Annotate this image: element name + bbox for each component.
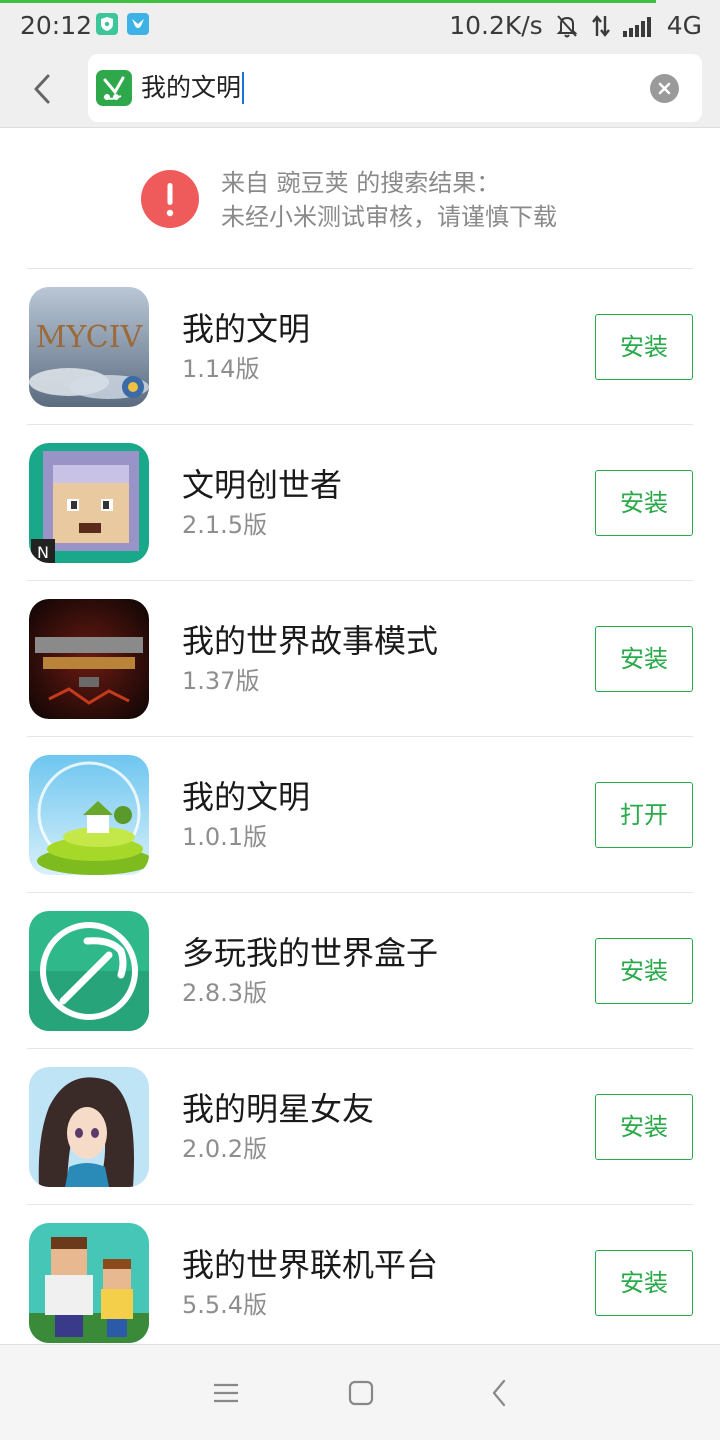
search-query[interactable]: 我的文明 — [141, 72, 245, 104]
home-icon[interactable] — [346, 1378, 376, 1408]
list-item[interactable]: N 文明创世者 2.1.5版 安装 — [0, 425, 720, 581]
status-right: 10.2K/s 4G — [449, 11, 702, 40]
page-load-progress — [0, 0, 656, 3]
blocky-characters-app-icon[interactable] — [29, 1223, 149, 1343]
shield-app-icon — [96, 13, 118, 35]
app-version: 2.1.5版 — [182, 511, 268, 539]
back-button[interactable] — [28, 70, 58, 108]
bell-muted-icon — [555, 13, 579, 39]
install-button[interactable]: 安装 — [595, 626, 693, 692]
source-notice: 来自 豌豆荚 的搜索结果： 未经小米测试审核，请谨慎下载 — [0, 128, 720, 269]
notice-line-warning: 未经小米测试审核，请谨慎下载 — [221, 203, 557, 231]
install-button[interactable]: 安装 — [595, 314, 693, 380]
install-button[interactable]: 安装 — [595, 1250, 693, 1316]
search-results-list: MYCIV 我的文明 1.14版 安装 N 文明创世者 2.1.5版 安装 我的… — [0, 269, 720, 1361]
svg-text:N: N — [37, 543, 49, 562]
svg-text:MYCIV: MYCIV — [36, 320, 144, 355]
mycivilization-app-icon[interactable]: MYCIV — [29, 287, 149, 407]
app-name[interactable]: 我的明星女友 — [182, 1089, 374, 1129]
signal-icon — [622, 15, 655, 37]
search-input[interactable]: 我的文明 — [88, 54, 702, 122]
warning-icon — [141, 170, 199, 228]
chevron-left-icon — [34, 74, 50, 104]
app-version: 5.5.4版 — [182, 1291, 268, 1319]
list-item[interactable]: 我的明星女友 2.0.2版 安装 — [0, 1049, 720, 1205]
list-item[interactable]: 我的世界联机平台 5.5.4版 安装 — [0, 1205, 720, 1361]
island-house-app-icon[interactable] — [29, 755, 149, 875]
list-item[interactable]: 我的世界故事模式 1.37版 安装 — [0, 581, 720, 737]
app-name[interactable]: 我的世界联机平台 — [182, 1245, 438, 1285]
list-item[interactable]: MYCIV 我的文明 1.14版 安装 — [0, 269, 720, 425]
system-nav-bar — [0, 1344, 720, 1440]
search-header: 我的文明 — [0, 50, 720, 128]
status-time: 20:12 — [20, 11, 93, 40]
close-icon — [658, 82, 671, 95]
app-name[interactable]: 我的文明 — [182, 777, 310, 817]
app-name[interactable]: 多玩我的世界盒子 — [182, 933, 438, 973]
app-name[interactable]: 我的世界故事模式 — [182, 621, 438, 661]
open-button[interactable]: 打开 — [595, 782, 693, 848]
bird-app-icon — [127, 13, 149, 35]
clear-search-button[interactable] — [650, 74, 679, 103]
menu-icon[interactable] — [211, 1378, 241, 1408]
search-query-text: 我的文明 — [141, 73, 242, 102]
app-name[interactable]: 我的文明 — [182, 309, 310, 349]
app-version: 1.0.1版 — [182, 823, 268, 851]
notice-line-source: 来自 豌豆荚 的搜索结果： — [221, 169, 501, 197]
app-version: 1.37版 — [182, 667, 260, 695]
install-button[interactable]: 安装 — [595, 1094, 693, 1160]
app-version: 1.14版 — [182, 355, 260, 383]
app-search-screen: 20:12 10.2K/s 4G 我的文明 来自 豌豆荚 的搜索结果： 未经小米… — [0, 0, 720, 1440]
pickaxe-app-icon[interactable] — [29, 911, 149, 1031]
pixel-character-app-icon[interactable]: N — [29, 443, 149, 563]
minecraft-story-mode-app-icon[interactable] — [29, 599, 149, 719]
app-name[interactable]: 文明创世者 — [182, 465, 342, 505]
anime-girl-app-icon[interactable] — [29, 1067, 149, 1187]
list-item[interactable]: 我的文明 1.0.1版 打开 — [0, 737, 720, 893]
text-caret — [242, 72, 245, 104]
data-arrows-icon — [591, 14, 611, 38]
app-version: 2.8.3版 — [182, 979, 268, 1007]
back-icon[interactable] — [485, 1378, 515, 1408]
app-version: 2.0.2版 — [182, 1135, 268, 1163]
install-button[interactable]: 安装 — [595, 470, 693, 536]
notice-text: 来自 豌豆荚 的搜索结果： 未经小米测试审核，请谨慎下载 — [221, 166, 557, 234]
network-speed: 10.2K/s — [449, 11, 543, 40]
install-button[interactable]: 安装 — [595, 938, 693, 1004]
network-type: 4G — [666, 11, 702, 40]
list-item[interactable]: 多玩我的世界盒子 2.8.3版 安装 — [0, 893, 720, 1049]
status-bar: 20:12 10.2K/s 4G — [0, 0, 720, 50]
wandoujia-logo-icon — [96, 70, 132, 106]
